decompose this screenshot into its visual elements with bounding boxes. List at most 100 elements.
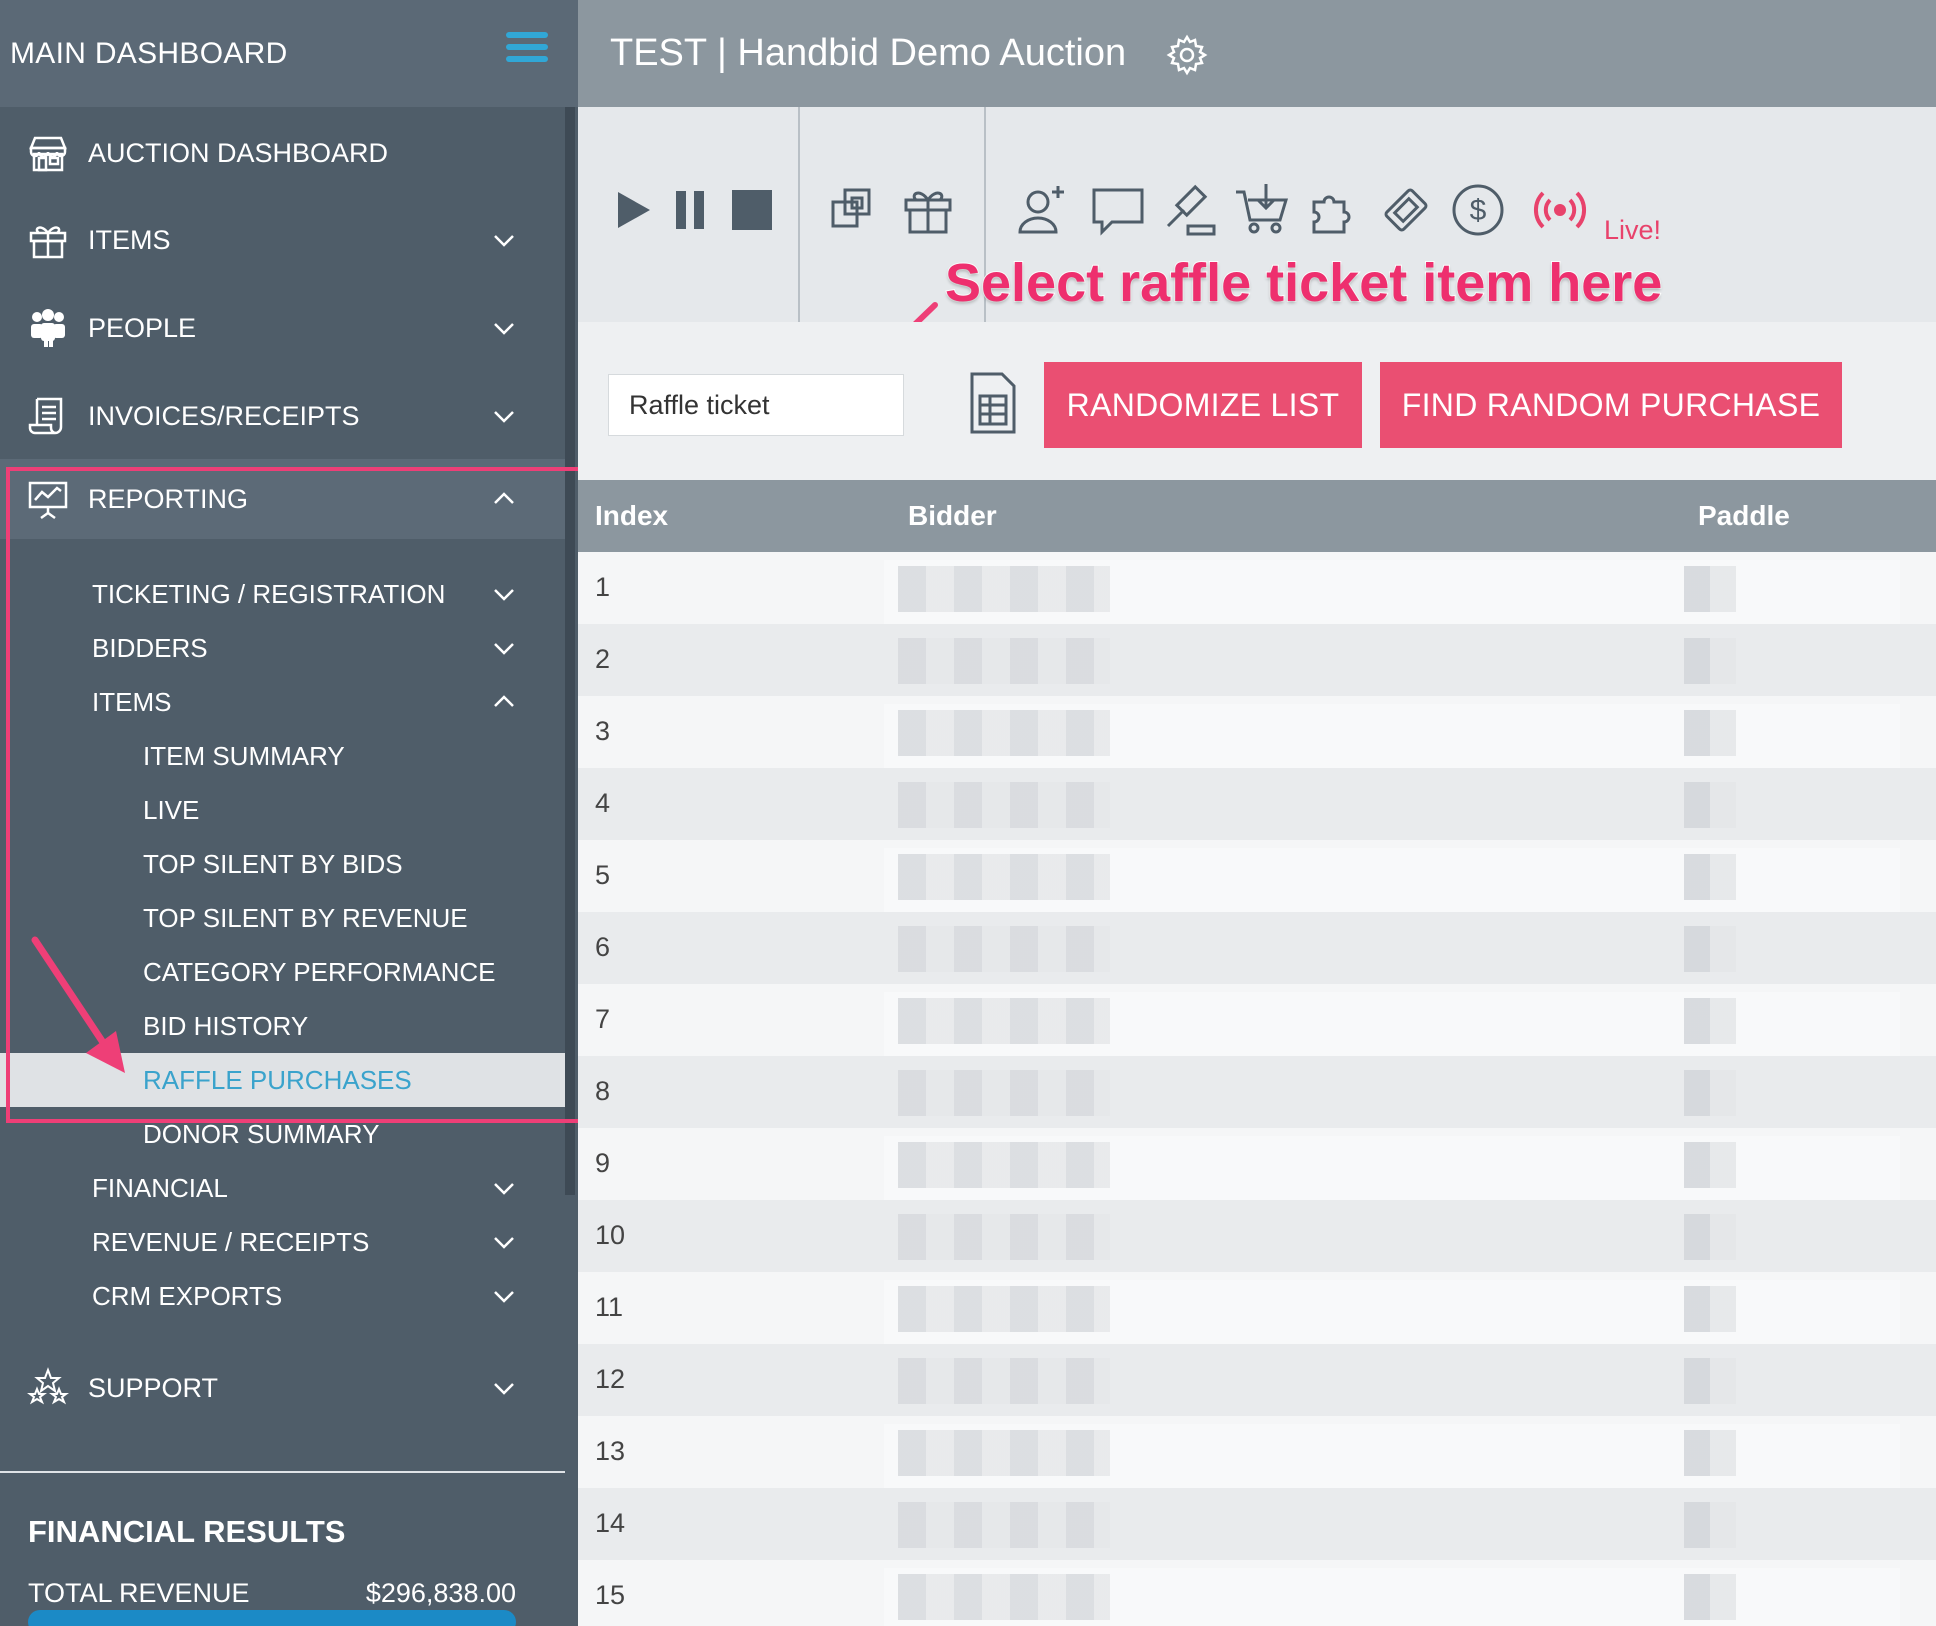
row-index: 12: [595, 1364, 626, 1394]
bidder-name-redacted: [898, 638, 1110, 684]
table-row[interactable]: 10: [578, 1200, 1936, 1272]
top-bar: TEST | Handbid Demo Auction: [578, 0, 1936, 107]
reporting-sub-crm-exports[interactable]: CRM EXPORTS: [0, 1269, 565, 1323]
table-row[interactable]: 13: [578, 1416, 1936, 1490]
bidder-name-redacted: [898, 1358, 1110, 1404]
chevron-down-icon[interactable]: [492, 1376, 516, 1400]
broadcast-icon[interactable]: [1532, 182, 1588, 238]
sub-item-label: FINANCIAL: [92, 1172, 228, 1203]
duplicate-icon[interactable]: [828, 182, 884, 238]
table-row[interactable]: 12: [578, 1344, 1936, 1416]
bidder-name-redacted: [898, 1214, 1110, 1260]
message-icon[interactable]: [1090, 182, 1146, 238]
cart-download-icon[interactable]: [1234, 182, 1290, 238]
revenue-progress-bar: [28, 1610, 516, 1626]
sidebar-item-label: SUPPORT: [88, 1372, 219, 1403]
total-revenue-label: TOTAL REVENUE: [28, 1578, 250, 1608]
menu-icon[interactable]: [506, 32, 548, 68]
row-index: 3: [595, 716, 611, 746]
add-user-icon[interactable]: [1014, 182, 1070, 238]
gavel-icon[interactable]: [1162, 182, 1218, 238]
table-row[interactable]: 14: [578, 1488, 1936, 1560]
stop-icon[interactable]: [724, 182, 780, 238]
table-row[interactable]: 11: [578, 1272, 1936, 1346]
paddle-redacted: [1684, 1430, 1736, 1476]
paddle-redacted: [1684, 1142, 1736, 1188]
stars-icon: [27, 1367, 69, 1405]
annotation-arrow-icon: [31, 936, 125, 1073]
sidebar-divider: [0, 1471, 565, 1473]
sidebar-item-people[interactable]: PEOPLE: [0, 288, 565, 368]
paddle-redacted: [1684, 1286, 1736, 1332]
find-random-purchase-button[interactable]: FIND RANDOM PURCHASE: [1380, 362, 1842, 448]
financial-results-title: FINANCIAL RESULTS: [28, 1514, 346, 1549]
table-row[interactable]: 9: [578, 1128, 1936, 1202]
chevron-down-icon[interactable]: [492, 316, 516, 340]
row-index: 11: [595, 1292, 624, 1322]
receipt-icon: [28, 397, 63, 435]
page-title: TEST | Handbid Demo Auction: [610, 32, 1127, 74]
spreadsheet-icon[interactable]: [968, 372, 1018, 434]
chevron-down-icon[interactable]: [492, 1284, 516, 1308]
chevron-down-icon[interactable]: [492, 1176, 516, 1200]
bidder-name-redacted: [898, 1286, 1110, 1332]
table-row[interactable]: 3: [578, 696, 1936, 770]
sub-item-label: REVENUE / RECEIPTS: [92, 1226, 370, 1257]
paddle-redacted: [1684, 1574, 1736, 1620]
sidebar-item-support[interactable]: SUPPORT: [0, 1348, 565, 1428]
gear-icon[interactable]: [1166, 34, 1208, 76]
sidebar-item-label: ITEMS: [88, 224, 171, 255]
main-dashboard-link[interactable]: MAIN DASHBOARD: [10, 37, 288, 71]
paddle-redacted: [1684, 566, 1736, 612]
paddle-redacted: [1684, 638, 1736, 684]
column-header-bidder[interactable]: Bidder: [908, 500, 997, 532]
bidder-name-redacted: [898, 1070, 1110, 1116]
randomize-list-button[interactable]: RANDOMIZE LIST: [1044, 362, 1362, 448]
bidder-name-redacted: [898, 926, 1110, 972]
table-row[interactable]: 8: [578, 1056, 1936, 1128]
toolbar-separator: [798, 107, 800, 322]
chevron-down-icon[interactable]: [492, 404, 516, 428]
raffle-item-select[interactable]: [608, 374, 904, 436]
row-index: 5: [595, 860, 611, 890]
bidder-name-redacted: [898, 566, 1110, 612]
sidebar-item-auction-dashboard[interactable]: AUCTION DASHBOARD: [0, 113, 565, 193]
store-icon: [29, 136, 67, 172]
row-index: 14: [595, 1508, 626, 1538]
paddle-redacted: [1684, 1358, 1736, 1404]
table-row[interactable]: 4: [578, 768, 1936, 840]
puzzle-icon[interactable]: [1306, 182, 1362, 238]
raffle-controls: RANDOMIZE LIST FIND RANDOM PURCHASE: [578, 322, 1936, 480]
table-row[interactable]: 15: [578, 1560, 1936, 1626]
bidder-name-redacted: [898, 710, 1110, 756]
table-row[interactable]: 5: [578, 840, 1936, 914]
row-index: 9: [595, 1148, 611, 1178]
column-header-paddle[interactable]: Paddle: [1698, 500, 1790, 532]
table-body: 1 2 3 4 5 6 7 8 9 10 11 12 13 14 15: [578, 552, 1936, 1626]
pause-icon[interactable]: [666, 182, 722, 238]
table-row[interactable]: 1: [578, 552, 1936, 626]
ticket-icon[interactable]: [1378, 182, 1434, 238]
play-icon[interactable]: [608, 182, 664, 238]
live-status-label: Live!: [1604, 215, 1662, 245]
reporting-sub-revenue-receipts[interactable]: REVENUE / RECEIPTS: [0, 1215, 565, 1269]
dollar-icon[interactable]: $: [1450, 182, 1506, 238]
table-row[interactable]: 7: [578, 984, 1936, 1058]
chevron-down-icon[interactable]: [492, 228, 516, 252]
sidebar-item-invoices-receipts[interactable]: INVOICES/RECEIPTS: [0, 376, 565, 456]
row-index: 1: [595, 572, 611, 602]
row-index: 8: [595, 1076, 611, 1106]
column-header-index[interactable]: Index: [595, 500, 668, 532]
table-row[interactable]: 6: [578, 912, 1936, 984]
sidebar-item-items[interactable]: ITEMS: [0, 200, 565, 280]
reporting-sub-financial[interactable]: FINANCIAL: [0, 1161, 565, 1215]
bidder-name-redacted: [898, 998, 1110, 1044]
chevron-down-icon[interactable]: [492, 1230, 516, 1254]
sidebar-item-label: AUCTION DASHBOARD: [88, 137, 389, 168]
paddle-redacted: [1684, 1070, 1736, 1116]
gift-icon[interactable]: [900, 182, 956, 238]
annotation-text: Select raffle ticket item here: [944, 252, 1663, 314]
table-row[interactable]: 2: [578, 624, 1936, 696]
sidebar-header: MAIN DASHBOARD: [0, 0, 578, 107]
bidder-name-redacted: [898, 782, 1110, 828]
